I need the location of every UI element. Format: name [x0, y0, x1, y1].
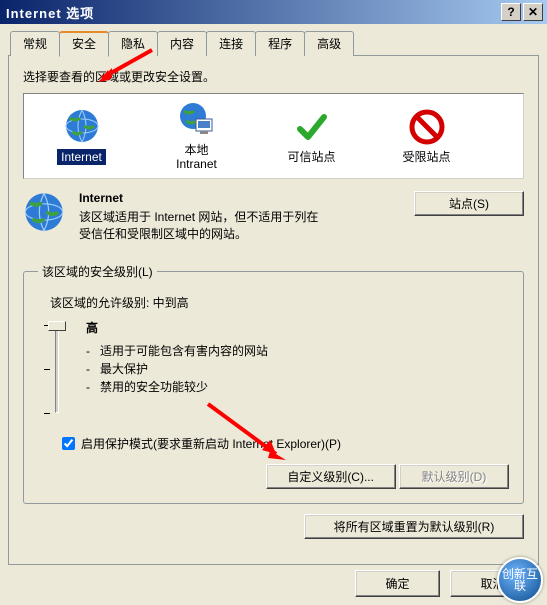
close-button[interactable]: ✕	[523, 3, 543, 21]
protected-mode-label: 启用保护模式(要求重新启动 Internet Explorer)(P)	[81, 435, 341, 452]
help-button[interactable]: ?	[501, 3, 521, 21]
tab-programs[interactable]: 程序	[255, 31, 305, 56]
intranet-icon	[178, 101, 216, 139]
zone-item-internet[interactable]: Internet	[34, 107, 129, 165]
tab-privacy[interactable]: 隐私	[108, 31, 158, 56]
tab-content[interactable]: 内容	[157, 31, 207, 56]
zone-list[interactable]: Internet 本地 Intranet 可信站点 受限站点	[23, 93, 524, 179]
allowed-levels: 该区域的允许级别: 中到高	[50, 294, 509, 311]
zone-desc: 该区域适用于 Internet 网站，但不适用于列在受信任和受限制区域中的网站。	[79, 209, 329, 243]
titlebar-text: Internet 选项	[4, 3, 501, 22]
zone-item-intranet[interactable]: 本地 Intranet	[149, 101, 244, 172]
globe-icon	[63, 107, 101, 145]
level-bullet: 适用于可能包含有害内容的网站	[86, 342, 509, 360]
titlebar: Internet 选项 ? ✕	[0, 0, 547, 24]
reset-all-button[interactable]: 将所有区域重置为默认级别(R)	[304, 514, 524, 539]
default-level-button[interactable]: 默认级别(D)	[399, 464, 509, 489]
titlebar-buttons: ? ✕	[501, 3, 543, 21]
tab-panel: 选择要查看的区域或更改安全设置。 Internet 本地 Intranet 可信…	[8, 55, 539, 565]
zone-title: Internet	[79, 191, 400, 205]
tab-strip: 常规 安全 隐私 内容 连接 程序 高级	[10, 31, 539, 56]
dialog-body: 常规 安全 隐私 内容 连接 程序 高级 选择要查看的区域或更改安全设置。 In…	[0, 24, 547, 571]
restricted-icon	[408, 108, 446, 146]
zone-prompt: 选择要查看的区域或更改安全设置。	[23, 68, 524, 85]
tab-general[interactable]: 常规	[10, 31, 60, 56]
security-slider[interactable]	[42, 319, 70, 419]
zone-details: Internet 该区域适用于 Internet 网站，但不适用于列在受信任和受…	[23, 191, 524, 243]
security-level-group: 该区域的安全级别(L) 该区域的允许级别: 中到高 高 适用于可能包含有害内容的…	[23, 263, 524, 504]
level-name: 高	[86, 319, 509, 336]
globe-icon	[23, 191, 65, 233]
zone-item-trusted[interactable]: 可信站点	[264, 108, 359, 164]
zone-label: 本地 Intranet	[176, 143, 217, 172]
tab-connections[interactable]: 连接	[206, 31, 256, 56]
zone-label: 受限站点	[402, 150, 450, 164]
tab-security[interactable]: 安全	[59, 31, 109, 57]
zone-label: 可信站点	[287, 150, 335, 164]
zone-label: Internet	[57, 149, 106, 165]
custom-level-button[interactable]: 自定义级别(C)...	[266, 464, 396, 489]
checkmark-icon	[293, 108, 331, 146]
tab-advanced[interactable]: 高级	[304, 31, 354, 56]
protected-mode-row: 启用保护模式(要求重新启动 Internet Explorer)(P)	[62, 435, 509, 452]
sites-button[interactable]: 站点(S)	[414, 191, 524, 216]
level-bullet: 禁用的安全功能较少	[86, 378, 509, 396]
zone-item-restricted[interactable]: 受限站点	[379, 108, 474, 164]
ok-button[interactable]: 确定	[355, 570, 440, 597]
watermark-logo: 创新互联	[497, 557, 543, 603]
protected-mode-checkbox[interactable]	[62, 437, 75, 450]
slider-desc: 高 适用于可能包含有害内容的网站 最大保护 禁用的安全功能较少	[86, 319, 509, 419]
level-bullet: 最大保护	[86, 360, 509, 378]
security-legend: 该区域的安全级别(L)	[38, 263, 157, 280]
